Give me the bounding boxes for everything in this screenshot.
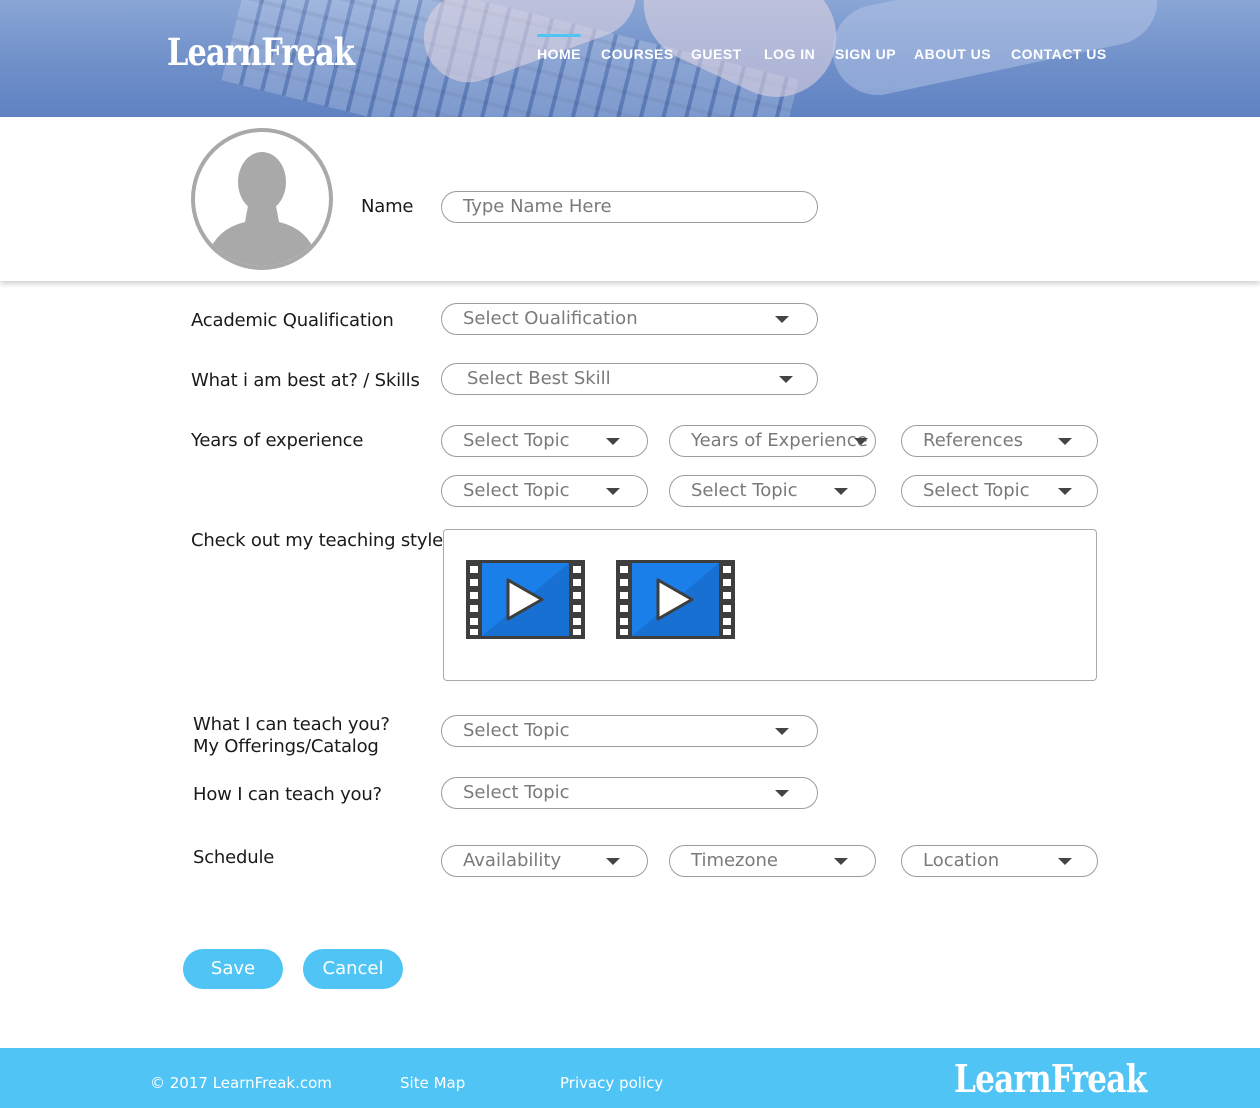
name-input[interactable]: Type Name Here bbox=[441, 191, 818, 223]
video-play-icon[interactable] bbox=[466, 560, 585, 639]
qualification-select-value: Select Oualification bbox=[463, 308, 638, 329]
name-label: Name bbox=[361, 196, 414, 217]
teaching-style-label: Check out my teaching style bbox=[191, 530, 443, 551]
qualification-label: Academic Qualification bbox=[191, 310, 394, 331]
chevron-down-icon bbox=[775, 728, 789, 735]
chevron-down-icon bbox=[606, 488, 620, 495]
schedule-label: Schedule bbox=[193, 847, 275, 868]
offerings-select[interactable]: Select Topic bbox=[441, 715, 818, 747]
teaching-video-gallery bbox=[443, 529, 1097, 681]
nav-log-in[interactable]: LOG IN bbox=[764, 46, 815, 62]
chevron-down-icon bbox=[1058, 488, 1072, 495]
select-value: Timezone bbox=[691, 850, 778, 871]
chevron-down-icon bbox=[775, 790, 789, 797]
availability-select[interactable]: Availability bbox=[441, 845, 648, 877]
select-value: Select Topic bbox=[463, 430, 570, 451]
select-value: Select Topic bbox=[463, 720, 570, 741]
skills-select[interactable]: Select Best Skill bbox=[441, 363, 818, 395]
how-teach-label: How I can teach you? bbox=[193, 784, 382, 805]
how-teach-select[interactable]: Select Topic bbox=[441, 777, 818, 809]
video-play-icon[interactable] bbox=[616, 560, 735, 639]
experience-topic-select-3[interactable]: Select Topic bbox=[669, 475, 876, 507]
profile-section: Name Type Name Here bbox=[0, 117, 1260, 281]
site-footer: © 2017 LearnFreak.com Site Map Privacy p… bbox=[0, 1048, 1260, 1108]
site-logo[interactable]: LearnFreak bbox=[167, 30, 355, 74]
skills-label: What i am best at? / Skills bbox=[191, 370, 420, 391]
nav-sign-up[interactable]: SIGN UP bbox=[835, 46, 896, 62]
save-button[interactable]: Save bbox=[183, 949, 283, 989]
nav-guest[interactable]: GUEST bbox=[691, 46, 742, 62]
select-value: Location bbox=[923, 850, 1000, 871]
footer-logo[interactable]: LearnFreak bbox=[954, 1056, 1147, 1101]
chevron-down-icon bbox=[854, 438, 868, 445]
offerings-label-line2: My Offerings/Catalog bbox=[193, 736, 379, 757]
footer-copyright: © 2017 LearnFreak.com bbox=[150, 1074, 332, 1092]
site-header: LearnFreak HOME COURSES GUEST LOG IN SIG… bbox=[0, 0, 1260, 117]
nav-about-us[interactable]: ABOUT US bbox=[914, 46, 991, 62]
experience-topic-select-4[interactable]: Select Topic bbox=[901, 475, 1098, 507]
nav-home[interactable]: HOME bbox=[537, 46, 581, 62]
chevron-down-icon bbox=[1058, 858, 1072, 865]
nav-contact-us[interactable]: CONTACT US bbox=[1011, 46, 1107, 62]
select-value: Select Topic bbox=[923, 480, 1030, 501]
chevron-down-icon bbox=[779, 376, 793, 383]
footer-privacy-link[interactable]: Privacy policy bbox=[560, 1074, 663, 1092]
select-value: Years of Experience bbox=[691, 430, 868, 451]
skills-select-value: Select Best Skill bbox=[467, 368, 611, 389]
nav-active-indicator bbox=[537, 34, 581, 37]
select-value: References bbox=[923, 430, 1024, 451]
experience-topic-select-2[interactable]: Select Topic bbox=[441, 475, 648, 507]
chevron-down-icon bbox=[606, 858, 620, 865]
select-value: Select Topic bbox=[691, 480, 798, 501]
qualification-select[interactable]: Select Oualification bbox=[441, 303, 818, 335]
chevron-down-icon bbox=[834, 858, 848, 865]
experience-label: Years of experience bbox=[191, 430, 364, 451]
location-select[interactable]: Location bbox=[901, 845, 1098, 877]
footer-sitemap-link[interactable]: Site Map bbox=[400, 1074, 465, 1092]
offerings-label-line1: What I can teach you? bbox=[193, 714, 390, 735]
experience-topic-select[interactable]: Select Topic bbox=[441, 425, 648, 457]
chevron-down-icon bbox=[606, 438, 620, 445]
chevron-down-icon bbox=[775, 316, 789, 323]
experience-years-select[interactable]: Years of Experience bbox=[669, 425, 876, 457]
nav-courses[interactable]: COURSES bbox=[601, 46, 674, 62]
user-silhouette-icon[interactable] bbox=[191, 128, 333, 270]
experience-references-select[interactable]: References bbox=[901, 425, 1098, 457]
cancel-button[interactable]: Cancel bbox=[303, 949, 403, 989]
select-value: Availability bbox=[463, 850, 562, 871]
chevron-down-icon bbox=[834, 488, 848, 495]
timezone-select[interactable]: Timezone bbox=[669, 845, 876, 877]
select-value: Select Topic bbox=[463, 480, 570, 501]
select-value: Select Topic bbox=[463, 782, 570, 803]
chevron-down-icon bbox=[1058, 438, 1072, 445]
